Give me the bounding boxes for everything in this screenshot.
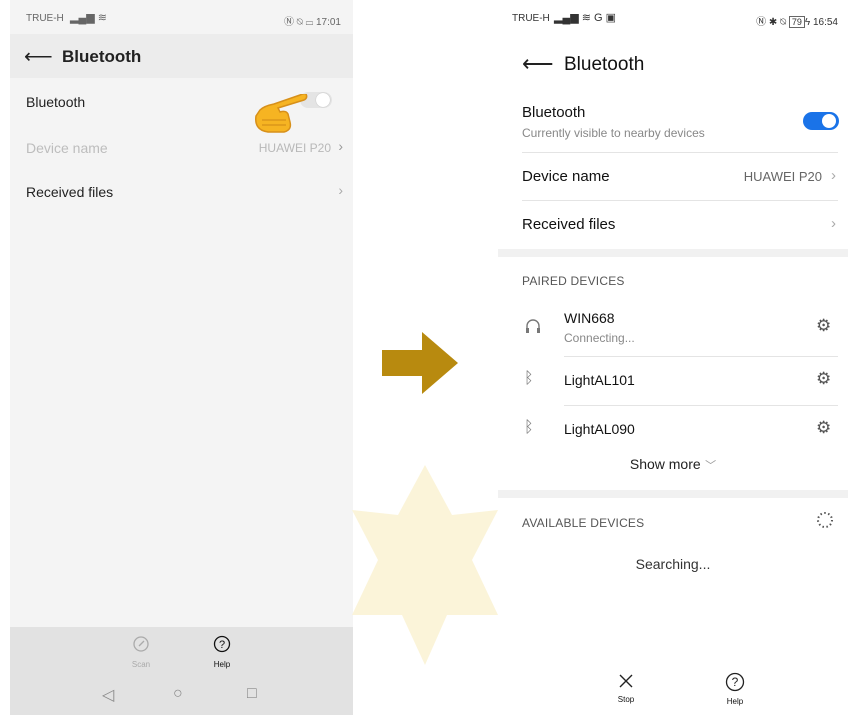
device-name: LightAL101 xyxy=(564,372,635,388)
nav-recents-icon[interactable]: □ xyxy=(247,685,257,703)
help-icon: ? xyxy=(725,672,745,692)
decorative-star-watermark xyxy=(352,465,498,665)
section-separator xyxy=(498,490,848,498)
device-name-value: HUAWEI P20 xyxy=(258,141,331,155)
carrier-label: TRUE-H xyxy=(26,13,64,24)
device-name-label: Device name xyxy=(26,140,108,156)
chevron-right-icon: › xyxy=(338,138,343,154)
bluetooth-toggle[interactable] xyxy=(803,112,839,130)
back-arrow-icon[interactable]: ⟵ xyxy=(522,51,554,77)
close-icon xyxy=(619,674,633,688)
device-name-row[interactable]: Device name HUAWEI P20 › xyxy=(10,126,353,170)
available-devices-header: AVAILABLE DEVICES xyxy=(522,516,645,530)
toggle-knob xyxy=(316,93,330,107)
status-bar: TRUE-H ▂▄▆ ≋ Ⓝ ⍉ ▭ 17:01 xyxy=(10,0,353,32)
scan-label: Scan xyxy=(131,660,151,669)
stop-tab[interactable]: Stop xyxy=(601,672,651,704)
status-right: Ⓝ ✱ ⍉ 79 ϟ 16:54 xyxy=(756,13,838,28)
chevron-right-icon: › xyxy=(338,182,343,198)
show-more-button[interactable]: Show more ﹀ xyxy=(498,456,848,488)
bluetooth-icon: ᛒ xyxy=(524,370,534,387)
chevron-right-icon: › xyxy=(831,215,836,232)
paired-device-item[interactable]: WIN668 Connecting... ⚙ xyxy=(498,306,848,354)
page-title: Bluetooth xyxy=(564,54,645,75)
headphones-icon xyxy=(526,319,540,333)
gear-icon[interactable]: ⚙ xyxy=(816,316,831,336)
help-tab[interactable]: ? Help xyxy=(710,672,760,706)
chevron-right-icon: › xyxy=(831,167,836,184)
transition-arrow-icon xyxy=(382,332,458,394)
device-name-label: Device name xyxy=(522,168,610,185)
bluetooth-label: Bluetooth xyxy=(522,104,586,121)
received-files-label: Received files xyxy=(522,216,616,233)
clock: 16:54 xyxy=(812,17,838,28)
app-bar: ⟵ Bluetooth xyxy=(10,34,353,78)
show-more-label: Show more xyxy=(629,456,701,472)
nav-back-icon[interactable]: ◁ xyxy=(102,685,114,705)
device-name-row[interactable]: Device name HUAWEI P20 › xyxy=(498,153,848,200)
charging-icon: ϟ xyxy=(804,17,813,28)
bluetooth-icon: ᛒ xyxy=(524,419,534,436)
bottom-bar: Stop ? Help xyxy=(498,668,848,715)
back-arrow-icon[interactable]: ⟵ xyxy=(24,44,53,69)
page-title: Bluetooth xyxy=(62,47,142,66)
device-name: WIN668 xyxy=(564,310,615,326)
help-icon: ? xyxy=(213,635,231,653)
scan-tab[interactable]: Scan xyxy=(116,635,166,669)
toggle-knob xyxy=(822,114,836,128)
nfc-bt-dnd-icons: Ⓝ ✱ ⍉ xyxy=(756,17,789,28)
left-phone-screen: TRUE-H ▂▄▆ ≋ Ⓝ ⍉ ▭ 17:01 ⟵ Bluetooth Blu… xyxy=(10,0,353,715)
received-files-row[interactable]: Received files › xyxy=(498,201,848,248)
device-status: Connecting... xyxy=(564,331,635,345)
section-separator xyxy=(498,249,848,257)
svg-text:?: ? xyxy=(219,639,225,651)
status-bar: TRUE-H ▂▄▆ ≋ G ▣ Ⓝ ✱ ⍉ 79 ϟ 16:54 xyxy=(498,0,848,30)
gear-icon[interactable]: ⚙ xyxy=(816,369,831,389)
right-phone-screen: TRUE-H ▂▄▆ ≋ G ▣ Ⓝ ✱ ⍉ 79 ϟ 16:54 ⟵ Bluet… xyxy=(498,0,848,715)
help-label: Help xyxy=(213,660,231,669)
paired-device-item[interactable]: ᛒ LightAL101 ⚙ xyxy=(498,357,848,405)
paired-device-item[interactable]: ᛒ LightAL090 ⚙ xyxy=(498,406,848,454)
stop-label: Stop xyxy=(617,695,635,704)
searching-text: Searching... xyxy=(635,556,711,572)
scan-icon xyxy=(133,636,149,652)
help-label: Help xyxy=(726,697,744,706)
svg-text:?: ? xyxy=(732,675,739,689)
bluetooth-row[interactable]: Bluetooth Currently visible to nearby de… xyxy=(498,100,848,150)
paired-devices-header: PAIRED DEVICES xyxy=(522,274,625,288)
bluetooth-label: Bluetooth xyxy=(26,94,86,110)
loading-spinner-icon xyxy=(817,512,833,528)
signal-wifi-icon: ▂▄▆ ≋ xyxy=(70,12,107,24)
carrier-label: TRUE-H xyxy=(512,13,550,24)
gear-icon[interactable]: ⚙ xyxy=(816,418,831,438)
received-files-row[interactable]: Received files › xyxy=(10,170,353,214)
battery-level: 79 xyxy=(788,16,805,28)
received-files-label: Received files xyxy=(26,184,114,200)
nav-home-icon[interactable]: ○ xyxy=(173,685,183,703)
visibility-status: Currently visible to nearby devices xyxy=(522,126,705,140)
nfc-dnd-icons: Ⓝ ⍉ ▭ xyxy=(284,17,316,28)
device-name-value: HUAWEI P20 xyxy=(743,169,822,184)
status-right: Ⓝ ⍉ ▭ 17:01 xyxy=(284,13,341,28)
bottom-bar: Scan ? Help ◁ ○ □ xyxy=(10,627,353,715)
help-tab[interactable]: ? Help xyxy=(197,635,247,669)
clock: 17:01 xyxy=(315,17,341,28)
signal-wifi-icon: ▂▄▆ ≋ G ▣ xyxy=(554,12,617,24)
chevron-down-icon: ﹀ xyxy=(705,460,717,472)
device-name: LightAL090 xyxy=(564,421,635,437)
